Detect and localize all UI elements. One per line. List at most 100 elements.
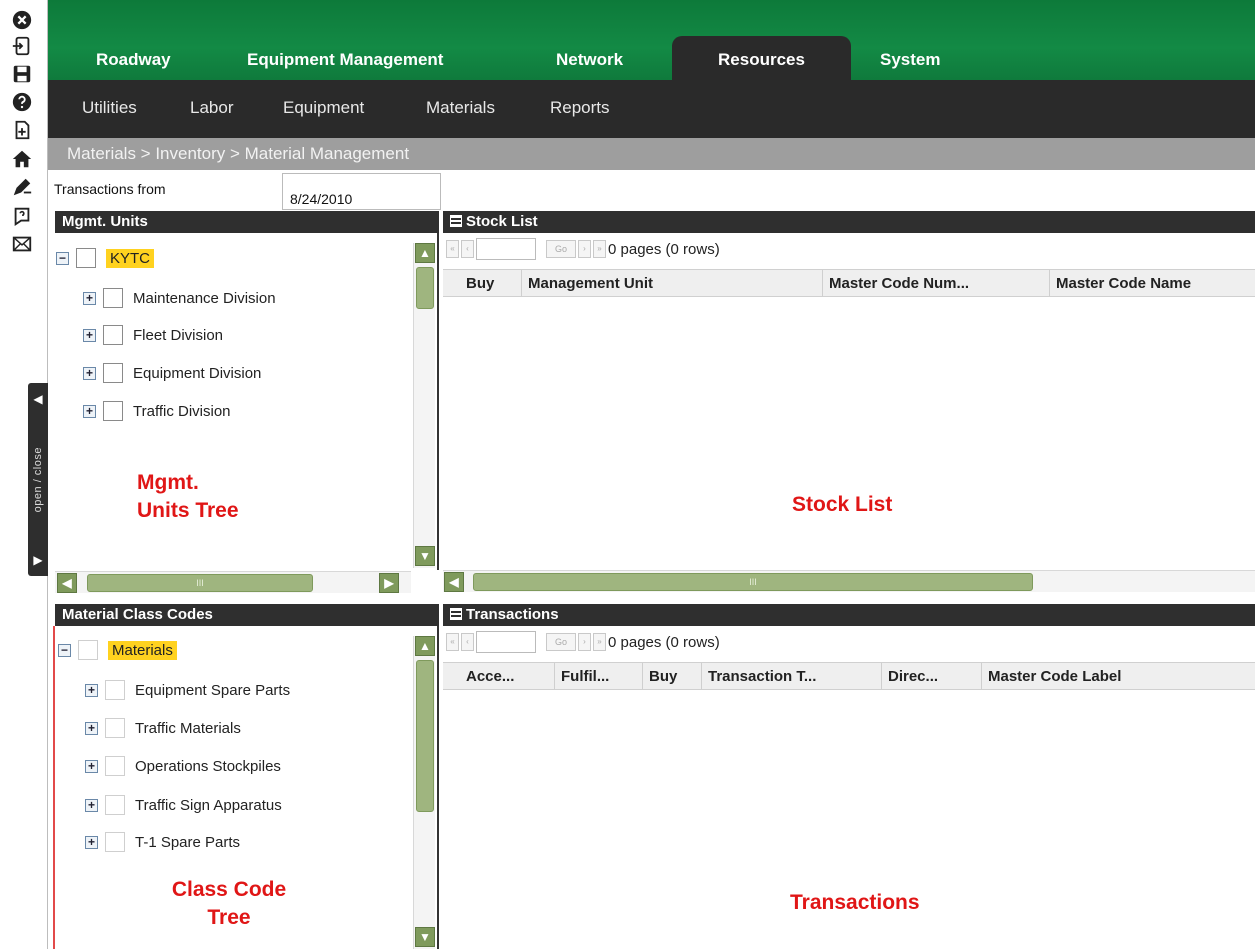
save-icon[interactable] [10,62,34,86]
tree-checkbox[interactable] [105,680,125,700]
tree-node-materials[interactable]: − Materials [58,639,177,661]
tree-node-child[interactable]: + Maintenance Division [83,287,276,309]
tree-checkbox[interactable] [78,640,98,660]
tree-checkbox[interactable] [105,718,125,738]
subtab-utilities[interactable]: Utilities [82,98,137,118]
tree-node-label[interactable]: Fleet Division [133,327,223,344]
help-icon[interactable] [10,90,34,114]
expand-icon[interactable]: + [85,835,98,849]
tree-checkbox[interactable] [76,248,96,268]
go-button[interactable]: Go [546,240,576,258]
expand-icon[interactable]: + [83,328,96,342]
tree-node-label[interactable]: T-1 Spare Parts [135,834,240,851]
tab-system[interactable]: System [854,36,966,80]
stock-list-hscroll[interactable]: ◀ III [443,570,1255,592]
tree-node-label[interactable]: KYTC [106,248,155,268]
subtab-reports[interactable]: Reports [550,98,610,118]
tree-node-child[interactable]: + Traffic Division [83,400,231,422]
column-header[interactable]: Master Code Label [982,663,1255,690]
page-number-input[interactable] [476,631,536,653]
tree-node-kytc[interactable]: − KYTC [56,247,155,269]
column-header[interactable]: Direc... [882,663,982,690]
subtab-labor[interactable]: Labor [190,98,233,118]
column-header[interactable]: Acce... [460,663,555,690]
scroll-right-icon[interactable]: ▶ [379,573,399,593]
tree-checkbox[interactable] [105,756,125,776]
tab-roadway[interactable]: Roadway [70,36,197,80]
breadcrumb-text[interactable]: Materials > Inventory > Material Managem… [67,144,409,164]
tree-node-child[interactable]: + Traffic Sign Apparatus [85,794,282,816]
scroll-left-icon[interactable]: ◀ [57,573,77,593]
tree-node-child[interactable]: + Equipment Division [83,362,261,384]
tree-node-label[interactable]: Equipment Spare Parts [135,682,290,699]
column-header[interactable]: Master Code Num... [823,270,1050,297]
edit-icon[interactable] [10,175,34,199]
tree-node-child[interactable]: + Equipment Spare Parts [85,679,290,701]
subtab-materials[interactable]: Materials [426,98,495,118]
close-icon[interactable] [10,8,34,32]
logout-icon[interactable] [10,34,34,58]
tab-resources[interactable]: Resources [672,36,851,80]
tree-checkbox[interactable] [103,325,123,345]
mail-icon[interactable] [10,232,34,256]
column-header[interactable]: Buy [643,663,702,690]
add-page-icon[interactable] [10,118,34,142]
mgmt-units-vscroll[interactable]: ▲ ▼ [413,243,435,568]
next-page-icon[interactable]: › [578,633,591,651]
expand-icon[interactable]: + [83,404,96,418]
scroll-up-icon[interactable]: ▲ [415,243,435,263]
tree-node-child[interactable]: + Fleet Division [83,324,223,346]
scroll-thumb[interactable]: III [473,573,1033,591]
tree-node-label[interactable]: Traffic Materials [135,720,241,737]
scroll-up-icon[interactable]: ▲ [415,636,435,656]
expand-icon[interactable]: + [83,291,96,305]
collapse-icon[interactable]: − [58,643,71,657]
tab-network[interactable]: Network [530,36,649,80]
scroll-thumb[interactable] [416,267,434,309]
scroll-down-icon[interactable]: ▼ [415,927,435,947]
tree-checkbox[interactable] [105,795,125,815]
tree-node-child[interactable]: + T-1 Spare Parts [85,831,240,853]
expand-icon[interactable]: + [83,366,96,380]
tree-node-child[interactable]: + Operations Stockpiles [85,755,281,777]
collapse-icon[interactable]: − [56,251,69,265]
tree-node-label[interactable]: Materials [108,640,177,660]
first-page-icon[interactable]: « [446,633,459,651]
tree-node-label[interactable]: Operations Stockpiles [135,758,281,775]
transactions-from-input[interactable] [282,173,441,210]
expand-icon[interactable]: + [85,721,98,735]
column-header[interactable]: Management Unit [522,270,823,297]
next-page-icon[interactable]: › [578,240,591,258]
column-header[interactable]: Master Code Name [1050,270,1255,297]
column-header[interactable]: Fulfil... [555,663,643,690]
tab-equipment-management[interactable]: Equipment Management [221,36,469,80]
last-page-icon[interactable]: » [593,633,606,651]
open-close-toggle[interactable]: ◀ open / close ▶ [28,383,48,576]
tree-node-label[interactable]: Traffic Division [133,403,231,420]
expand-icon[interactable]: + [85,798,98,812]
scroll-left-icon[interactable]: ◀ [444,572,464,592]
tree-checkbox[interactable] [103,401,123,421]
scroll-thumb[interactable] [416,660,434,812]
first-page-icon[interactable]: « [446,240,459,258]
question-bubble-icon[interactable] [10,204,34,228]
tree-node-child[interactable]: + Traffic Materials [85,717,241,739]
prev-page-icon[interactable]: ‹ [461,240,474,258]
prev-page-icon[interactable]: ‹ [461,633,474,651]
expand-icon[interactable]: + [85,759,98,773]
home-icon[interactable] [10,147,34,171]
tree-checkbox[interactable] [105,832,125,852]
subtab-equipment[interactable]: Equipment [283,98,364,118]
go-button[interactable]: Go [546,633,576,651]
mgmt-units-hscroll[interactable]: ◀ III ▶ [55,571,411,593]
expand-icon[interactable]: + [85,683,98,697]
tree-node-label[interactable]: Maintenance Division [133,290,276,307]
scroll-thumb[interactable]: III [87,574,313,592]
tree-checkbox[interactable] [103,363,123,383]
tree-checkbox[interactable] [103,288,123,308]
page-number-input[interactable] [476,238,536,260]
scroll-down-icon[interactable]: ▼ [415,546,435,566]
column-header[interactable]: Buy [460,270,522,297]
tree-node-label[interactable]: Traffic Sign Apparatus [135,797,282,814]
class-codes-vscroll[interactable]: ▲ ▼ [413,636,435,949]
